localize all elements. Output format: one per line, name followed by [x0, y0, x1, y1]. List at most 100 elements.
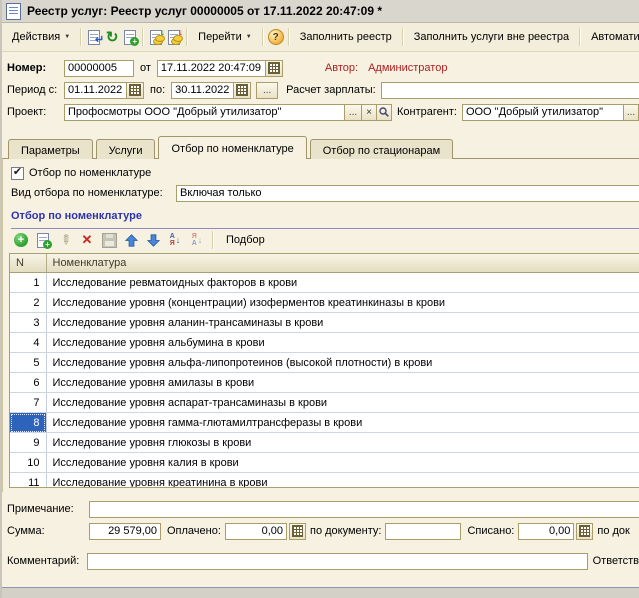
paid-field[interactable]: [225, 523, 287, 540]
table-row[interactable]: 7Исследование уровня аспарат-трансаминаз…: [10, 393, 639, 413]
row-name-cell[interactable]: Исследование ревматоидных факторов в кро…: [46, 273, 639, 293]
sort-ascending-button[interactable]: АЯ ↓: [165, 230, 185, 250]
table-row[interactable]: 8Исследование уровня гамма-глютамилтранс…: [10, 413, 639, 433]
contragent-field[interactable]: [462, 104, 623, 121]
number-field[interactable]: [64, 60, 134, 77]
copy-button[interactable]: +: [121, 26, 139, 48]
move-up-button[interactable]: [121, 230, 141, 250]
table-row[interactable]: 4Исследование уровня альбумина в крови: [10, 333, 639, 353]
finish-editing-button[interactable]: [99, 230, 119, 250]
row-name-cell[interactable]: Исследование уровня глюкозы в крови: [46, 433, 639, 453]
calendar-button[interactable]: [126, 82, 144, 99]
calculator-icon: [292, 525, 303, 537]
project-open-button[interactable]: [376, 104, 392, 121]
by-document-field[interactable]: [385, 523, 461, 540]
contragent-select-button[interactable]: ...: [623, 104, 639, 121]
row-name-cell[interactable]: Исследование уровня аланин-трансаминазы …: [46, 313, 639, 333]
period-to-field[interactable]: [171, 82, 233, 99]
table-row[interactable]: 9Исследование уровня глюкозы в крови: [10, 433, 639, 453]
writeoff-field[interactable]: [518, 523, 574, 540]
save-button[interactable]: ↵: [85, 26, 103, 48]
table-row[interactable]: 3Исследование уровня аланин-трансаминазы…: [10, 313, 639, 333]
toolbar-separator: [186, 28, 188, 46]
project-field[interactable]: [64, 104, 344, 121]
period-from-field[interactable]: [64, 82, 126, 99]
table-row[interactable]: 2Исследование уровня (концентрации) изоф…: [10, 293, 639, 313]
row-number-cell[interactable]: 9: [10, 433, 46, 453]
row-number-cell[interactable]: 11: [10, 473, 46, 489]
calendar-button[interactable]: [233, 82, 251, 99]
tab-services[interactable]: Услуги: [96, 139, 156, 159]
project-select-button[interactable]: ...: [344, 104, 361, 121]
refresh-button[interactable]: ↻: [103, 26, 121, 48]
column-header-nomenclature[interactable]: Номенклатура: [46, 254, 639, 273]
row-name-cell[interactable]: Исследование уровня калия в крови: [46, 453, 639, 473]
row-name-cell[interactable]: Исследование уровня альбумина в крови: [46, 333, 639, 353]
row-number-cell[interactable]: 10: [10, 453, 46, 473]
comment-row: Комментарий: Ответств: [2, 550, 639, 572]
note-field[interactable]: [89, 501, 639, 518]
calendar-button[interactable]: [265, 60, 283, 77]
fill-services-outside-button[interactable]: Заполнить услуги вне реестра: [407, 27, 576, 47]
arrow-up-icon: [125, 234, 138, 247]
table-row[interactable]: 1Исследование ревматоидных факторов в кр…: [10, 273, 639, 293]
table-row[interactable]: 6Исследование уровня амилазы в крови: [10, 373, 639, 393]
sum-label: Сумма:: [7, 525, 89, 537]
sort-descending-icon: ЯА ↓: [192, 233, 203, 247]
row-number-cell[interactable]: 3: [10, 313, 46, 333]
project-label: Проект:: [7, 106, 64, 118]
finish-editing-icon: [102, 233, 117, 248]
copy-row-icon: +: [35, 232, 51, 248]
row-number-cell[interactable]: 7: [10, 393, 46, 413]
delete-row-button[interactable]: ✕: [77, 230, 97, 250]
row-number-cell[interactable]: 8: [10, 413, 46, 433]
row-name-cell[interactable]: Исследование уровня альфа-липопротеинов …: [46, 353, 639, 373]
pick-button[interactable]: Подбор: [219, 231, 272, 249]
tab-parameters[interactable]: Параметры: [8, 139, 93, 159]
tab-hospital-filter[interactable]: Отбор по стационарам: [310, 139, 453, 159]
tab-nomenclature-filter[interactable]: Отбор по номенклатуре: [158, 136, 306, 159]
table-header-row: N Номенклатура: [10, 254, 639, 273]
row-name-cell[interactable]: Исследование уровня креатинина в крови: [46, 473, 639, 489]
row-number-cell[interactable]: 2: [10, 293, 46, 313]
table-row[interactable]: 11Исследование уровня креатинина в крови: [10, 473, 639, 489]
salary-field[interactable]: [381, 82, 639, 99]
project-clear-button[interactable]: ×: [361, 104, 376, 121]
actions-menu-button[interactable]: Действия ▼: [5, 27, 77, 47]
filter-kind-field[interactable]: [176, 185, 639, 202]
writeoff-calculator-button[interactable]: [576, 523, 593, 540]
fill-registry-button[interactable]: Заполнить реестр: [293, 27, 399, 47]
number-row: Номер: от Автор: Администратор: [2, 57, 639, 79]
row-name-cell[interactable]: Исследование уровня (концентрации) изофе…: [46, 293, 639, 313]
move-down-button[interactable]: [143, 230, 163, 250]
automatic-button[interactable]: Автоматичес: [584, 27, 639, 47]
paid-calculator-button[interactable]: [289, 523, 306, 540]
comment-field[interactable]: [87, 553, 588, 570]
nomenclature-filter-checkbox[interactable]: ✔: [11, 167, 24, 180]
table-row[interactable]: 10Исследование уровня калия в крови: [10, 453, 639, 473]
sort-descending-button[interactable]: ЯА ↓: [187, 230, 207, 250]
window-bottom-edge: [2, 587, 639, 598]
table-row[interactable]: 5Исследование уровня альфа-липопротеинов…: [10, 353, 639, 373]
row-number-cell[interactable]: 4: [10, 333, 46, 353]
row-name-cell[interactable]: Исследование уровня амилазы в крови: [46, 373, 639, 393]
unpost-document-button[interactable]: ↓: [165, 26, 183, 48]
add-row-button[interactable]: +: [11, 230, 31, 250]
row-name-cell[interactable]: Исследование уровня гамма-глютамилтрансф…: [46, 413, 639, 433]
edit-row-button[interactable]: ✎: [55, 230, 75, 250]
post-document-button[interactable]: ↓: [147, 26, 165, 48]
row-number-cell[interactable]: 6: [10, 373, 46, 393]
row-number-cell[interactable]: 5: [10, 353, 46, 373]
period-picker-button[interactable]: ...: [256, 82, 278, 99]
author-label: Автор:: [325, 62, 358, 74]
sum-field[interactable]: [89, 523, 161, 540]
goto-menu-button[interactable]: Перейти ▼: [191, 27, 259, 47]
datetime-field[interactable]: [157, 60, 265, 77]
section-title: Отбор по номенклатуре: [11, 210, 142, 222]
help-button[interactable]: ?: [267, 26, 285, 48]
copy-row-button[interactable]: +: [33, 230, 53, 250]
row-name-cell[interactable]: Исследование уровня аспарат-трансаминазы…: [46, 393, 639, 413]
row-number-cell[interactable]: 1: [10, 273, 46, 293]
project-row: Проект: ... × Контрагент: ...: [2, 101, 639, 123]
column-header-n[interactable]: N: [10, 254, 46, 273]
